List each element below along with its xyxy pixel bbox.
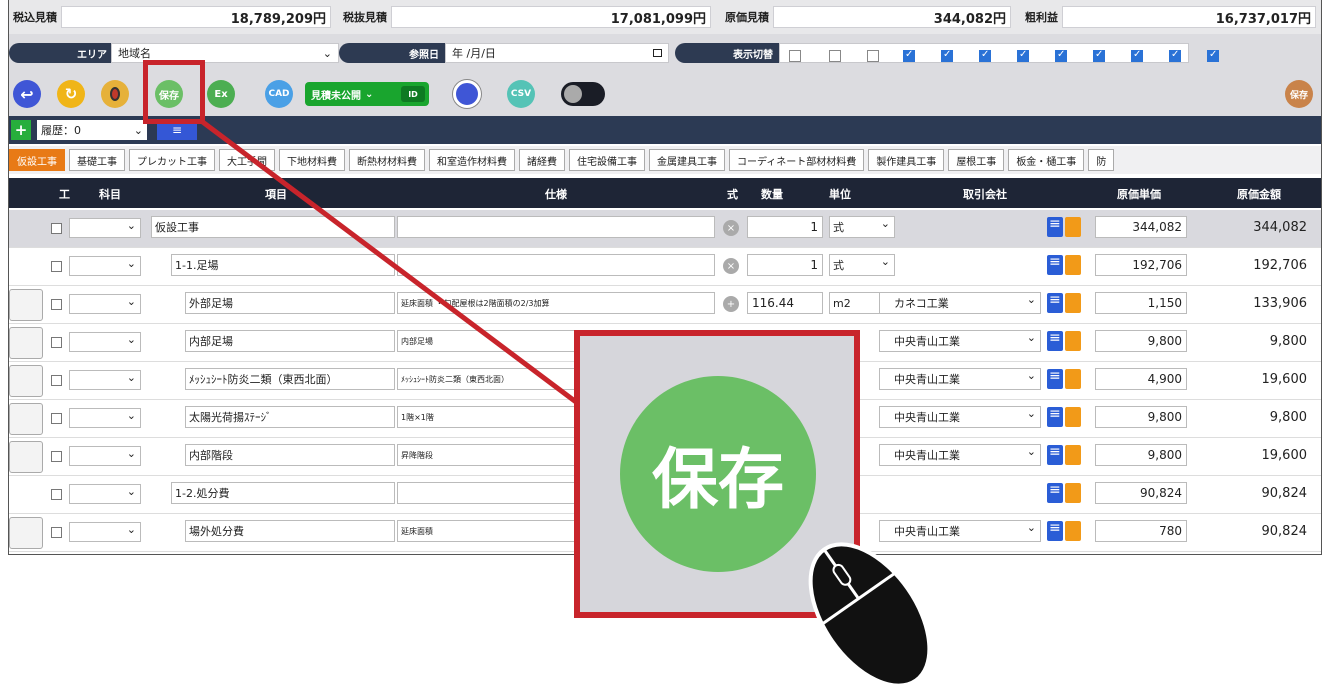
mouse-icon <box>808 542 932 688</box>
